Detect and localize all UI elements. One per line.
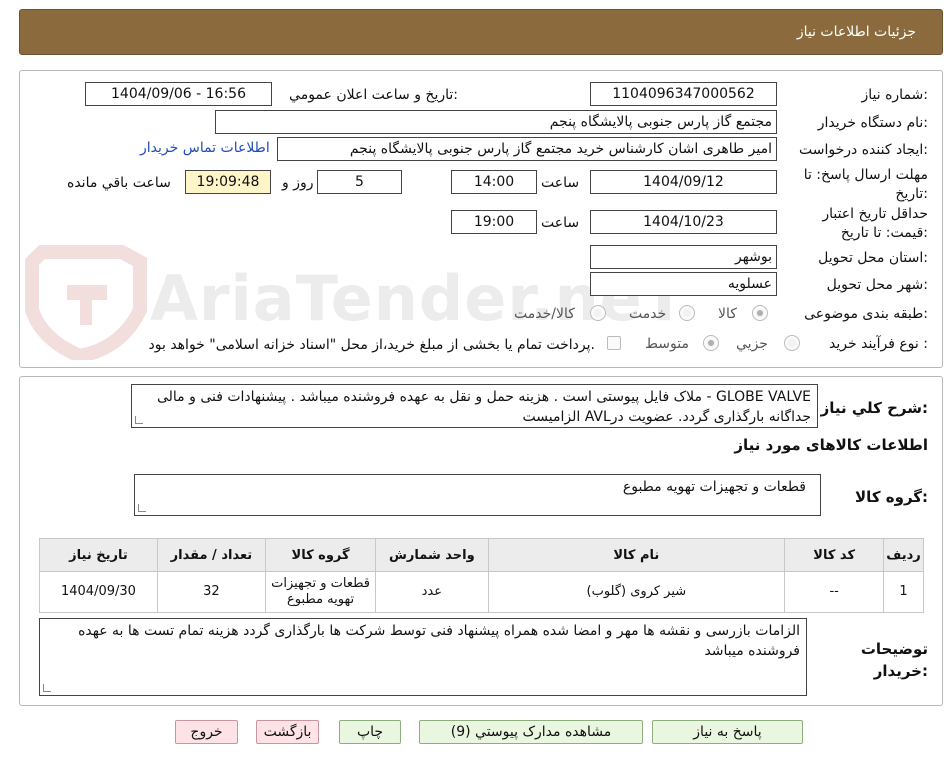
days-label: روز و <box>282 175 314 191</box>
buyer-notes-label: توضیحات خریدار: <box>848 638 928 682</box>
deadline-date-field: 1404/09/12 <box>590 170 777 194</box>
col-header-group: گروه کالا <box>264 538 377 572</box>
goods-section-title: اطلاعات کالاهای مورد نیاز <box>734 436 928 454</box>
announce-field: 1404/09/06 - 16:56 <box>85 82 272 106</box>
cell-qty: 32 <box>156 571 266 613</box>
category-radio-goods[interactable] <box>752 305 768 321</box>
col-header-name: نام کالا <box>487 538 786 572</box>
reply-button[interactable]: پاسخ به نیاز <box>652 720 803 744</box>
buyer-contact-link[interactable]: اطلاعات تماس خریدار <box>140 140 270 156</box>
cell-group: قطعات و تجهیزات تهویه مطبوع <box>264 571 377 613</box>
category-label: طبقه بندی موضوعی: <box>804 306 928 322</box>
col-header-date: تاریخ نیاز <box>39 538 158 572</box>
goods-table: ردیف کد کالا نام کالا واحد شمارش گروه کا… <box>39 538 924 613</box>
need-number-field: 1104096347000562 <box>590 82 777 106</box>
cell-name: شیر کروی (گلوب) <box>487 571 786 613</box>
announce-label: تاریخ و ساعت اعلان عمومي: <box>289 87 458 103</box>
deadline-label: مهلت ارسال پاسخ: تا تاریخ: <box>788 166 928 204</box>
col-header-unit: واحد شمارش <box>375 538 489 572</box>
process-radio-minor[interactable] <box>784 335 800 351</box>
table-row: 1 -- شیر کروی (گلوب) عدد قطعات و تجهیزات… <box>39 571 924 613</box>
process-radio-medium[interactable] <box>703 335 719 351</box>
cell-row-number: 1 <box>883 571 924 613</box>
need-number-label: شماره نیاز: <box>861 87 928 103</box>
col-header-row-number: ردیف <box>883 538 924 572</box>
cell-unit: عدد <box>375 571 489 613</box>
validity-time-label: ساعت <box>541 215 580 231</box>
province-label: استان محل تحویل: <box>818 250 928 266</box>
treasury-payment-checkbox[interactable] <box>607 336 621 350</box>
category-option-goods-service: کالا/خدمت <box>514 306 575 322</box>
cell-date: 1404/09/30 <box>39 571 158 613</box>
goods-group-textarea[interactable]: قطعات و تجهیزات تهویه مطبوع <box>134 474 821 516</box>
requester-field: امیر طاهری اشان کارشناس خرید مجتمع گاز پ… <box>277 137 777 161</box>
col-header-code: کد کالا <box>784 538 885 572</box>
resize-grip-icon[interactable] <box>43 684 51 692</box>
process-option-minor: جزیي <box>736 336 768 352</box>
deadline-label-text: مهلت ارسال پاسخ: تا تاریخ: <box>803 167 928 202</box>
city-label: شهر محل تحویل: <box>826 277 928 293</box>
summary-label: شرح کلي نیاز: <box>820 399 928 417</box>
treasury-payment-note: پرداخت تمام یا بخشی از مبلغ خرید،از محل … <box>148 337 595 353</box>
deadline-time-field: 14:00 <box>451 170 537 194</box>
process-option-medium: متوسط <box>645 336 689 352</box>
days-field: 5 <box>317 170 402 194</box>
validity-time-field: 19:00 <box>451 210 537 234</box>
buyer-notes-label-text: توضیحات خریدار: <box>860 640 928 680</box>
category-radio-service[interactable] <box>679 305 695 321</box>
validity-date-field: 1404/10/23 <box>590 210 777 234</box>
page-title: جزئیات اطلاعات نیاز <box>796 24 916 40</box>
validity-label-text: حداقل تاریخ اعتبار قیمت: تا تاریخ: <box>822 206 928 241</box>
col-header-qty: تعداد / مقدار <box>156 538 266 572</box>
buyer-org-field: مجتمع گاز پارس جنوبی پالایشگاه پنجم <box>215 110 777 134</box>
buyer-org-label: نام دستگاه خریدار: <box>817 115 928 131</box>
buyer-notes-text: الزامات بازرسی و نقشه ها مهر و امضا شده … <box>78 623 800 659</box>
category-radio-goods-service[interactable] <box>590 305 606 321</box>
back-button[interactable]: بازگشت <box>256 720 319 744</box>
goods-table-header-row: ردیف کد کالا نام کالا واحد شمارش گروه کا… <box>39 538 924 572</box>
process-label: نوع فرآیند خرید : <box>829 336 928 352</box>
requester-label: ایجاد کننده درخواست: <box>799 142 928 158</box>
goods-group-label: گروه کالا: <box>855 488 928 506</box>
summary-textarea[interactable]: GLOBE VALVE - ملاک فایل پیوستی است . هزی… <box>131 384 818 428</box>
page-header: جزئیات اطلاعات نیاز <box>19 9 943 55</box>
exit-button[interactable]: خروج <box>175 720 238 744</box>
view-attachments-button[interactable]: مشاهده مدارک پیوستي (9) <box>419 720 643 744</box>
print-button[interactable]: چاپ <box>339 720 401 744</box>
province-field: بوشهر <box>590 245 777 269</box>
remaining-time-field: 19:09:48 <box>185 170 271 194</box>
category-option-service: خدمت <box>629 306 667 322</box>
cell-code: -- <box>784 571 885 613</box>
validity-label: حداقل تاریخ اعتبار قیمت: تا تاریخ: <box>788 205 928 243</box>
resize-grip-icon[interactable] <box>138 504 146 512</box>
category-option-goods: کالا <box>718 306 737 322</box>
summary-text: GLOBE VALVE - ملاک فایل پیوستی است . هزی… <box>156 389 811 425</box>
resize-grip-icon[interactable] <box>135 416 143 424</box>
deadline-time-label: ساعت <box>541 175 580 191</box>
city-field: عسلویه <box>590 272 777 296</box>
buyer-notes-textarea[interactable]: الزامات بازرسی و نقشه ها مهر و امضا شده … <box>39 618 807 696</box>
goods-group-text: قطعات و تجهیزات تهویه مطبوع <box>622 479 806 495</box>
remaining-label: ساعت باقي مانده <box>67 175 171 191</box>
